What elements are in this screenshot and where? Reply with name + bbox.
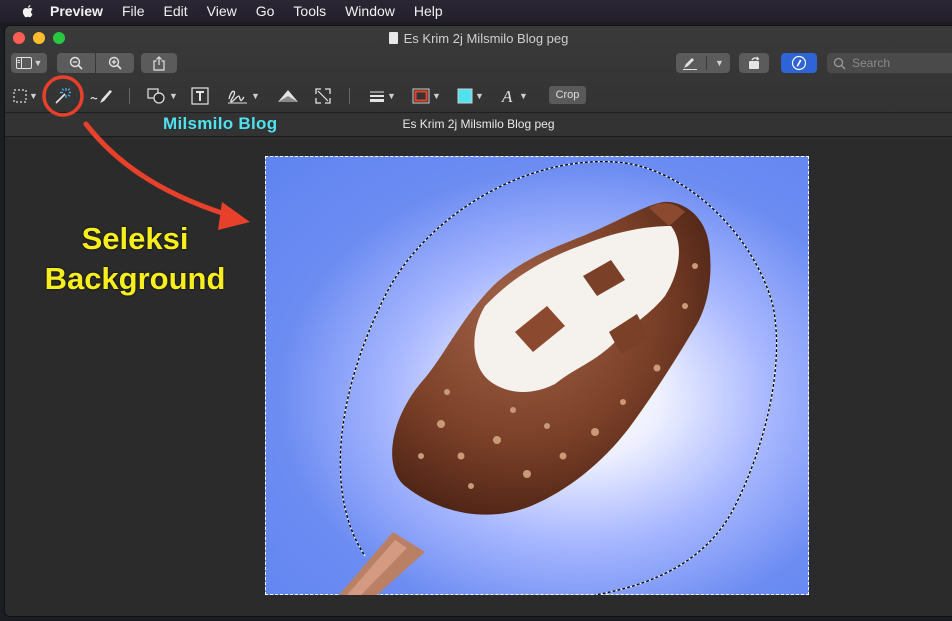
annotation-label: Seleksi Background xyxy=(40,219,230,299)
annotation-line-1: Seleksi xyxy=(81,221,189,256)
annotation-overlay xyxy=(42,75,250,230)
highlight-circle xyxy=(42,75,84,117)
annotation-arrow-icon xyxy=(83,121,241,221)
annotation-line-2: Background xyxy=(44,261,226,296)
